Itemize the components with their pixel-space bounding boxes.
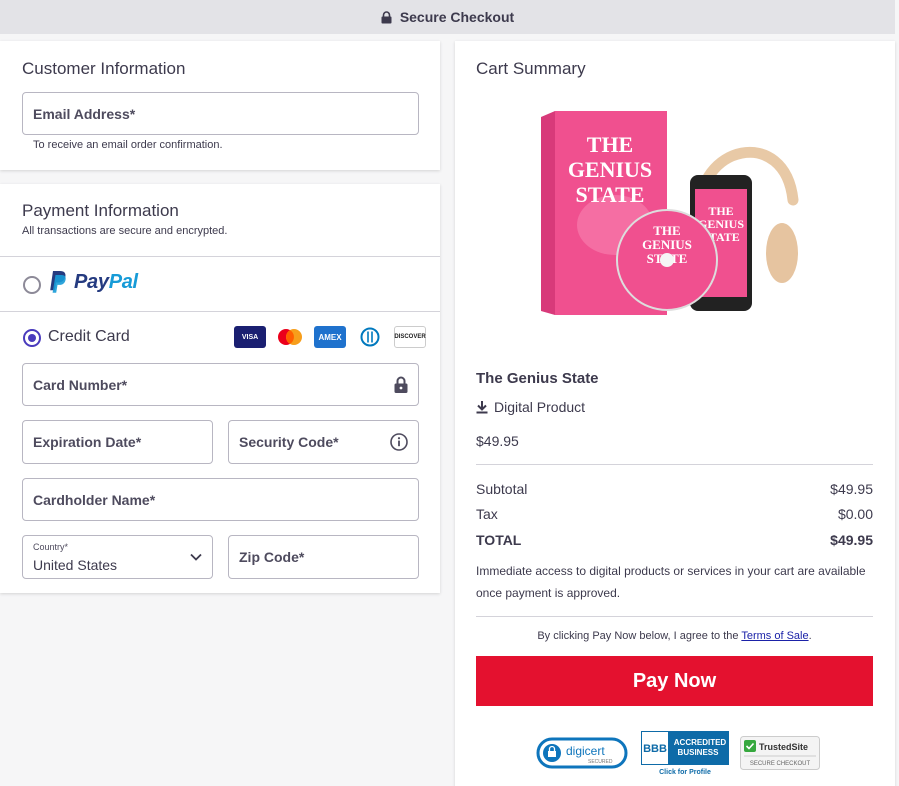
country-select[interactable]: Country* United States (22, 535, 213, 579)
paypal-wordmark-pay: Pay (74, 270, 109, 293)
paypal-icon (50, 271, 66, 293)
divider (476, 464, 873, 465)
subtotal-value: $49.95 (830, 481, 873, 497)
customer-information-card: Customer Information Email Address* To r… (0, 41, 440, 170)
paypal-option[interactable]: PayPal (48, 270, 138, 294)
total-row: TOTAL $49.95 (476, 532, 873, 548)
trustedsite-wordmark: TrustedSite (759, 742, 808, 752)
expiration-date-label: Expiration Date* (33, 434, 142, 450)
tax-row: Tax $0.00 (476, 506, 873, 522)
svg-text:GENIUS: GENIUS (568, 157, 652, 182)
terms-prefix: By clicking Pay Now below, I agree to th… (537, 630, 742, 642)
subtotal-label: Subtotal (476, 481, 528, 497)
cardholder-name-label: Cardholder Name* (33, 491, 156, 508)
paypal-radio[interactable] (23, 276, 41, 294)
svg-text:STATE: STATE (576, 182, 645, 207)
zip-code-label: Zip Code* (239, 549, 305, 565)
bbb-line1: ACCREDITED (674, 738, 727, 747)
security-code-field[interactable]: Security Code* (228, 420, 419, 464)
trustedsite-badge[interactable]: TrustedSite SECURE CHECKOUT (740, 733, 820, 773)
trustedsite-sub: SECURE CHECKOUT (750, 761, 811, 767)
secure-checkout-bar: Secure Checkout (0, 0, 895, 34)
product-type-label: Digital Product (494, 399, 586, 415)
card-number-label: Card Number* (33, 376, 128, 393)
total-label: TOTAL (476, 532, 522, 548)
paypal-wordmark: PayPal (74, 271, 138, 294)
divider (0, 311, 440, 312)
credit-card-radio[interactable] (23, 329, 41, 347)
product-image: THE GENIUS STATE THE GENIUS STATE THE GE… (541, 111, 799, 315)
digicert-badge[interactable]: digicert SECURED (536, 733, 630, 773)
bbb-caption: Click for Profile (659, 769, 711, 776)
digicert-wordmark: digicert (566, 744, 605, 758)
svg-text:GENIUS: GENIUS (642, 237, 692, 252)
country-label: Country* (33, 542, 69, 552)
lock-icon (381, 10, 392, 23)
access-note: Immediate access to digital products or … (476, 564, 866, 600)
email-field-label: Email Address* (33, 105, 136, 122)
divider (0, 256, 440, 257)
mastercard-icon (274, 326, 306, 348)
tax-label: Tax (476, 506, 498, 522)
svg-text:THE: THE (653, 223, 680, 238)
terms-text: By clicking Pay Now below, I agree to th… (476, 630, 873, 642)
customer-information-title: Customer Information (22, 59, 186, 78)
product-price: $49.95 (476, 433, 519, 449)
cardholder-name-field[interactable]: Cardholder Name* (22, 478, 419, 521)
bbb-badge[interactable]: BBB ACCREDITED BUSINESS Click for Profil… (640, 730, 730, 776)
info-icon[interactable] (390, 433, 408, 451)
cart-summary-title: Cart Summary (476, 59, 586, 78)
card-number-field[interactable]: Card Number* (22, 363, 419, 406)
svg-text:BBB: BBB (643, 743, 667, 755)
amex-icon: AMEX (314, 326, 346, 348)
svg-text:THE: THE (708, 204, 733, 218)
subtotal-row: Subtotal $49.95 (476, 481, 873, 497)
bbb-line2: BUSINESS (678, 748, 720, 757)
card-brands: VISA AMEX DISCOVER (234, 326, 426, 348)
chevron-down-icon (190, 553, 202, 561)
security-code-label: Security Code* (239, 434, 339, 450)
zip-code-field[interactable]: Zip Code* (228, 535, 419, 579)
divider (476, 616, 873, 617)
email-field[interactable]: Email Address* (22, 92, 419, 135)
svg-text:THE: THE (587, 132, 633, 157)
total-value: $49.95 (830, 532, 873, 548)
credit-card-label[interactable]: Credit Card (48, 328, 130, 346)
diners-icon (354, 326, 386, 348)
terms-of-sale-link[interactable]: Terms of Sale (741, 630, 808, 642)
pay-now-button[interactable]: Pay Now (476, 656, 873, 706)
digicert-sub: SECURED (588, 759, 613, 765)
trust-badges: digicert SECURED BBB ACCREDITED BUSINESS… (536, 730, 820, 776)
payment-subtitle: All transactions are secure and encrypte… (22, 225, 228, 237)
product-type: Digital Product (476, 399, 585, 415)
tax-value: $0.00 (837, 506, 873, 522)
terms-suffix: . (808, 630, 812, 642)
lock-icon (394, 376, 408, 393)
product-title: The Genius State (476, 370, 599, 387)
payment-information-title: Payment Information (22, 201, 179, 220)
expiration-date-field[interactable]: Expiration Date* (22, 420, 213, 464)
country-value: United States (33, 557, 118, 573)
email-hint: To receive an email order confirmation. (33, 139, 223, 151)
download-icon (476, 401, 488, 414)
paypal-wordmark-pal: Pal (108, 270, 138, 293)
visa-icon: VISA (234, 326, 266, 348)
discover-icon: DISCOVER (394, 326, 426, 348)
secure-checkout-title: Secure Checkout (399, 9, 515, 25)
